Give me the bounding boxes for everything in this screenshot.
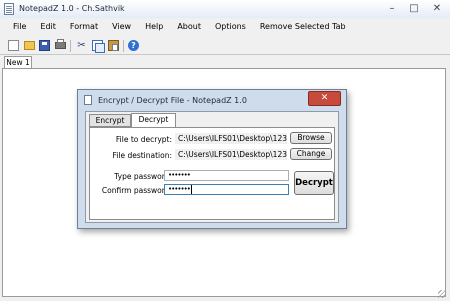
decrypt-panel: File to decrypt: C:\Users\ILFS01\Desktop… [89,127,335,220]
menu-help[interactable]: Help [138,19,170,35]
dialog-titlebar[interactable]: Encrypt / Decrypt File - NotepadZ 1.0 ✕ [78,90,346,109]
resize-grip-icon[interactable] [438,290,446,298]
menu-remove-selected-tab[interactable]: Remove Selected Tab [253,19,353,35]
type-password-label: Type password: [114,172,172,181]
cut-icon[interactable]: ✂ [76,40,87,51]
paste-icon[interactable] [108,40,119,51]
document-tabstrip: New 1 [0,55,450,69]
dialog-close-button[interactable]: ✕ [308,91,341,106]
file-destination-label: File destination: [112,151,172,160]
menu-view[interactable]: View [105,19,138,35]
save-icon[interactable] [39,40,50,51]
window-titlebar: NotepadZ 1.0 - Ch.Sathvik – □ ✕ [0,0,450,18]
decrypt-button[interactable]: Decrypt [294,171,334,195]
file-destination-field[interactable]: C:\Users\ILFS01\Desktop\123.TXT [175,149,287,160]
text-caret [190,185,192,194]
tab-encrypt-file[interactable]: Encrypt File [89,114,131,137]
file-to-decrypt-label: File to decrypt: [115,135,172,144]
help-icon[interactable]: ? [128,40,139,51]
encrypt-decrypt-dialog: Encrypt / Decrypt File - NotepadZ 1.0 ✕ … [77,89,347,229]
maximize-button[interactable]: □ [404,0,424,17]
menu-edit[interactable]: Edit [33,19,63,35]
dialog-app-icon [84,95,92,105]
copy-icon[interactable] [92,40,105,53]
toolbar-separator [123,40,124,52]
menu-bar: File Edit Format View Help About Options… [0,19,450,35]
toolbar-separator [70,40,71,52]
type-password-input[interactable]: ••••••• [164,170,289,181]
menu-about[interactable]: About [170,19,208,35]
dialog-title: Encrypt / Decrypt File - NotepadZ 1.0 [98,96,247,105]
menu-file[interactable]: File [6,19,33,35]
print-icon[interactable] [55,39,66,49]
menu-format[interactable]: Format [63,19,105,35]
open-folder-icon[interactable] [24,41,35,50]
confirm-password-text: ••••••• [168,185,191,193]
tab-decrypt-file[interactable]: Decrypt File [131,113,176,136]
window-title: NotepadZ 1.0 - Ch.Sathvik [19,4,125,13]
change-button[interactable]: Change [290,148,332,160]
minimize-button[interactable]: – [380,0,404,17]
new-file-icon[interactable] [8,40,19,51]
dialog-body: Encrypt File Decrypt File File to decryp… [85,111,339,223]
file-to-decrypt-field[interactable]: C:\Users\ILFS01\Desktop\123_TXT. [175,133,287,144]
browse-button[interactable]: Browse [290,132,332,144]
confirm-password-input[interactable]: ••••••• [164,184,289,195]
confirm-password-label: Confirm password: [101,186,172,195]
menu-options[interactable]: Options [208,19,253,35]
notepad-app-icon [4,3,14,15]
close-button[interactable]: ✕ [424,0,450,17]
toolbar: ✂ ? [0,37,450,55]
